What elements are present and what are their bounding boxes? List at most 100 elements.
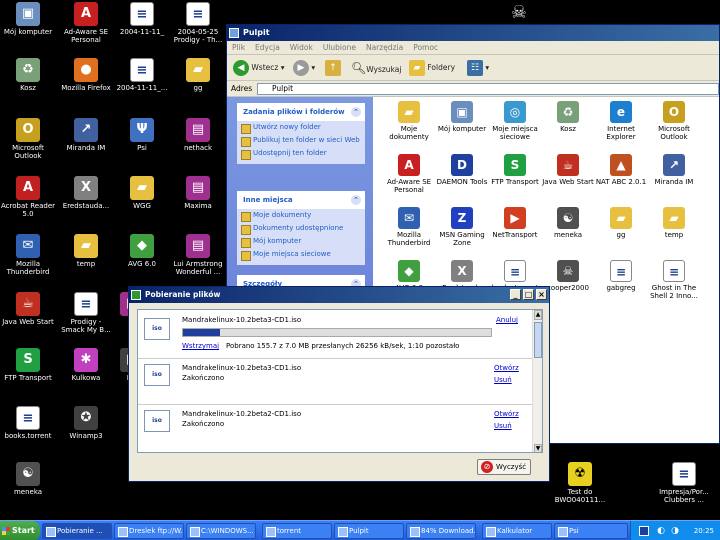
- file-item[interactable]: ↗ Miranda IM: [648, 154, 700, 186]
- task-link[interactable]: Moje miejsca sieciowe: [237, 248, 365, 261]
- desktop-icon[interactable]: O Microsoft Outlook: [0, 118, 56, 160]
- open-link[interactable]: Otwórz: [494, 364, 519, 373]
- desktop-icon[interactable]: ◆ AVG 6.0: [114, 234, 170, 268]
- download-item[interactable]: iso Mandrakelinux-10.2beta3-CD1.iso Zako…: [138, 362, 534, 404]
- taskbar-button[interactable]: torrent: [262, 523, 332, 539]
- desktop-icon[interactable]: ♻ Kosz: [0, 58, 56, 92]
- desktop-icon[interactable]: ☢ Test do BWO040111...: [552, 462, 608, 504]
- scroll-thumb[interactable]: [534, 322, 542, 358]
- file-item[interactable]: O Microsoft Outlook: [648, 101, 700, 141]
- taskbar-button[interactable]: Pulpit: [334, 523, 404, 539]
- desktop-icon[interactable]: ▤ nethack: [170, 118, 226, 152]
- file-item[interactable]: ▰ Moje dokumenty: [383, 101, 435, 141]
- maximize-button[interactable]: □: [523, 289, 534, 300]
- menu-item[interactable]: Ulubione: [323, 43, 356, 52]
- file-item[interactable]: ▶ NetTransport: [489, 207, 541, 239]
- desktop-icon[interactable]: A Acrobat Reader 5.0: [0, 176, 56, 218]
- scrollbar[interactable]: ▲ ▼: [532, 310, 542, 452]
- download-item[interactable]: iso Mandrakelinux-10.2beta3-CD1.iso Wstr…: [138, 314, 534, 356]
- menu-item[interactable]: Narzędzia: [366, 43, 403, 52]
- file-item[interactable]: Z MSN Gaming Zone: [436, 207, 488, 247]
- task-link[interactable]: Publikuj ten folder w sieci Web: [237, 134, 365, 147]
- file-item[interactable]: ▰ temp: [648, 207, 700, 239]
- desktop-icon[interactable]: ▰ temp: [58, 234, 114, 268]
- chevron-up-icon[interactable]: ⌃: [351, 107, 361, 117]
- desktop-icon[interactable]: ≡ 2004-05-25 Prodigy - Th...: [170, 2, 226, 44]
- chevron-up-icon[interactable]: ⌃: [351, 195, 361, 205]
- tray-icon[interactable]: [639, 526, 649, 536]
- file-item[interactable]: ≡ Ghost in The Shell 2 Inno...: [648, 260, 700, 300]
- desktop-icon[interactable]: ▤ Maxima: [170, 176, 226, 210]
- tray-volume-icon[interactable]: ◐: [655, 526, 665, 536]
- minimize-button[interactable]: _: [510, 289, 521, 300]
- menu-item[interactable]: Plik: [232, 43, 245, 52]
- taskbar-button[interactable]: Pobieranie ...: [42, 523, 112, 539]
- views-button[interactable]: ☷ ▾: [467, 59, 489, 77]
- file-item[interactable]: ◎ Moje miejsca sieciowe: [489, 101, 541, 141]
- file-item[interactable]: e Internet Explorer: [595, 101, 647, 141]
- download-item[interactable]: iso Mandrakelinux-10.2beta2-CD1.iso Zako…: [138, 408, 534, 450]
- taskbar-button[interactable]: Psi: [554, 523, 628, 539]
- file-item[interactable]: S FTP Transport: [489, 154, 541, 186]
- desktop-icon[interactable]: A Ad-Aware SE Personal: [58, 2, 114, 44]
- file-item[interactable]: ≡ gabgreg: [595, 260, 647, 292]
- task-link[interactable]: Mój komputer: [237, 235, 365, 248]
- clear-button[interactable]: ⊘ Wyczyść: [477, 459, 531, 475]
- file-item[interactable]: ☕ Java Web Start: [542, 154, 594, 186]
- desktop-icon[interactable]: ≡ 2004-11-11_: [114, 2, 170, 36]
- file-item[interactable]: ♻ Kosz: [542, 101, 594, 133]
- forward-button[interactable]: ▶ ▾: [293, 59, 315, 77]
- desktop-icon[interactable]: ✉ Mozilla Thunderbird: [0, 234, 56, 276]
- task-link[interactable]: Udostępnij ten folder: [237, 147, 365, 160]
- scroll-up-icon[interactable]: ▲: [534, 310, 542, 320]
- explorer-titlebar[interactable]: Pulpit: [227, 25, 719, 41]
- desktop-icon[interactable]: ↗ Miranda IM: [58, 118, 114, 152]
- desktop-icon[interactable]: ▰ WGG: [114, 176, 170, 210]
- file-item[interactable]: ☯ meneka: [542, 207, 594, 239]
- menu-item[interactable]: Widok: [290, 43, 313, 52]
- desktop-icon[interactable]: ≡ books.torrent: [0, 406, 56, 440]
- remove-link[interactable]: Usuń: [494, 422, 512, 431]
- taskbar-button[interactable]: 84% Download...: [406, 523, 476, 539]
- download-titlebar[interactable]: Pobieranie plików _ □ ×: [129, 287, 549, 303]
- desktop-icon[interactable]: ● Mozilla Firefox: [58, 58, 114, 92]
- desktop-icon[interactable]: X Eredstauda...: [58, 176, 114, 210]
- desktop-icon[interactable]: ☯ meneka: [0, 462, 56, 496]
- start-button[interactable]: Start: [0, 521, 40, 540]
- desktop-icon[interactable]: ≡ Impresja/Por... Clubbers ...: [656, 462, 712, 504]
- taskbar-button[interactable]: Dreslek ftp://W...: [114, 523, 184, 539]
- desktop-icon[interactable]: ▰ gg: [170, 58, 226, 92]
- task-link[interactable]: Dokumenty udostępnione: [237, 222, 365, 235]
- menu-item[interactable]: Edycja: [255, 43, 280, 52]
- desktop-icon[interactable]: ▤ Lui Armstrong Wonderful ...: [170, 234, 226, 276]
- desktop-icon[interactable]: S FTP Transport: [0, 348, 56, 382]
- desktop-icon[interactable]: ✪ Winamp3: [58, 406, 114, 440]
- desktop-icon[interactable]: ▣ Mój komputer: [0, 2, 56, 36]
- file-item[interactable]: ▰ gg: [595, 207, 647, 239]
- file-item[interactable]: ▣ Mój komputer: [436, 101, 488, 133]
- menu-item[interactable]: Pomoc: [413, 43, 438, 52]
- task-panel-header[interactable]: Zadania plików i folderów ⌃: [237, 103, 365, 121]
- file-item[interactable]: ✉ Mozilla Thunderbird: [383, 207, 435, 247]
- folders-button[interactable]: ▰ Foldery: [409, 59, 455, 77]
- remove-link[interactable]: Usuń: [494, 376, 512, 385]
- desktop-icon[interactable]: ≡ 2004-11-11_...: [114, 58, 170, 92]
- taskbar-button[interactable]: C:\WINDOWS...: [186, 523, 256, 539]
- file-item[interactable]: A Ad-Aware SE Personal: [383, 154, 435, 194]
- up-button[interactable]: ↑: [325, 59, 341, 77]
- desktop-icon[interactable]: Ψ Psi: [114, 118, 170, 152]
- scroll-down-icon[interactable]: ▼: [534, 444, 542, 452]
- close-button[interactable]: ×: [536, 289, 547, 300]
- taskbar-button[interactable]: Kalkulator: [482, 523, 552, 539]
- search-button[interactable]: 🔍︎Wyszukaj: [351, 59, 401, 77]
- task-link[interactable]: Moje dokumenty: [237, 209, 365, 222]
- task-link[interactable]: Utwórz nowy folder: [237, 121, 365, 134]
- tray-network-icon[interactable]: ◑: [669, 526, 679, 536]
- back-button[interactable]: ◀ Wstecz ▾: [233, 59, 285, 77]
- cancel-link[interactable]: Anuluj: [496, 316, 518, 325]
- desktop-icon[interactable]: ☕ Java Web Start: [0, 292, 56, 326]
- pause-link[interactable]: Wstrzymaj: [182, 342, 219, 351]
- task-panel-header[interactable]: Inne miejsca ⌃: [237, 191, 365, 209]
- open-link[interactable]: Otwórz: [494, 410, 519, 419]
- file-item[interactable]: D DAEMON Tools: [436, 154, 488, 186]
